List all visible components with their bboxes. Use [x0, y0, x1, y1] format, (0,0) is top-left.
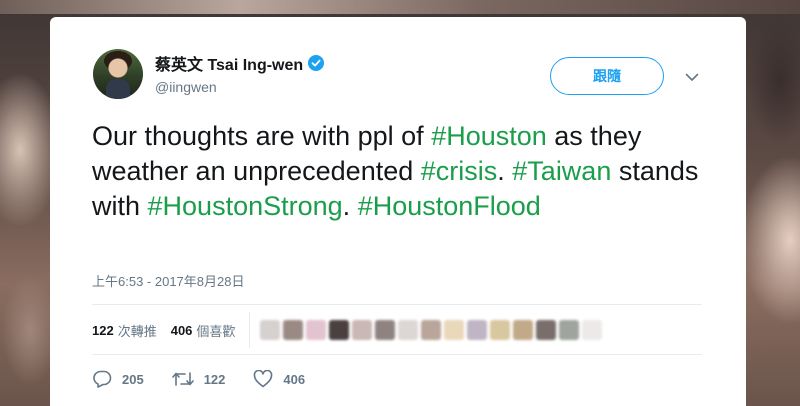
tweet-text-segment: . — [342, 191, 358, 221]
heart-icon — [254, 370, 273, 388]
liker-avatar[interactable] — [582, 320, 603, 340]
author-display-name[interactable]: 蔡英文 Tsai Ing-wen — [155, 51, 303, 75]
verified-badge-icon — [308, 55, 325, 71]
liker-avatar[interactable] — [513, 320, 534, 340]
liker-avatar[interactable] — [352, 320, 373, 340]
liker-avatar[interactable] — [467, 320, 488, 340]
retweet-stat-count: 122 — [92, 322, 114, 338]
follow-button[interactable]: 跟隨 — [550, 57, 664, 95]
background-strip — [0, 0, 800, 14]
hashtag-link[interactable]: #HoustonStrong — [148, 191, 343, 221]
like-button[interactable]: 406 — [253, 370, 305, 388]
chevron-down-icon[interactable] — [684, 69, 700, 85]
reply-count: 205 — [122, 371, 144, 387]
avatar[interactable] — [93, 49, 143, 99]
tweet-card: 蔡英文 Tsai Ing-wen @iingwen 跟隨 Our thought… — [50, 17, 746, 406]
liker-avatar[interactable] — [421, 320, 442, 340]
liker-avatar[interactable] — [375, 320, 396, 340]
retweet-stat[interactable]: 122 次轉推 — [92, 321, 157, 340]
liker-avatar[interactable] — [306, 320, 327, 340]
liker-avatar[interactable] — [559, 320, 580, 340]
liker-avatar[interactable] — [398, 320, 419, 340]
stats-separator — [249, 312, 251, 348]
tweet-timestamp[interactable]: 上午6:53 - 2017年8月28日 — [92, 271, 244, 290]
hashtag-link[interactable]: #crisis — [421, 156, 498, 186]
liker-avatar[interactable] — [444, 320, 465, 340]
retweet-stat-label: 次轉推 — [117, 323, 157, 339]
divider — [92, 304, 702, 305]
like-stat-count: 406 — [170, 322, 193, 338]
liker-avatar[interactable] — [490, 320, 511, 340]
retweet-button[interactable]: 122 — [171, 371, 226, 387]
engagement-stats: 122 次轉推 406 個喜歡 — [92, 312, 603, 348]
author-handle[interactable]: @iingwen — [155, 79, 217, 95]
retweet-icon — [171, 372, 194, 386]
tweet-actions: 205 122 406 — [92, 370, 333, 388]
reply-icon — [93, 370, 112, 388]
hashtag-link[interactable]: #Taiwan — [512, 156, 611, 186]
liker-avatars[interactable] — [260, 320, 603, 340]
like-stat[interactable]: 406 個喜歡 — [171, 321, 236, 340]
tweet-text-segment: . — [497, 156, 513, 186]
like-count: 406 — [283, 371, 306, 387]
reply-button[interactable]: 205 — [92, 370, 144, 388]
liker-avatar[interactable] — [329, 320, 350, 340]
hashtag-link[interactable]: #HoustonFlood — [358, 191, 541, 221]
tweet-text-segment: Our thoughts are with ppl of — [92, 121, 432, 151]
author-name-row[interactable]: 蔡英文 Tsai Ing-wen — [155, 51, 325, 75]
divider — [92, 354, 702, 355]
like-stat-label: 個喜歡 — [196, 323, 236, 339]
avatar-figure — [106, 79, 130, 99]
retweet-count: 122 — [203, 371, 226, 387]
tweet-text: Our thoughts are with ppl of #Houston as… — [92, 119, 712, 224]
liker-avatar[interactable] — [283, 320, 304, 340]
hashtag-link[interactable]: #Houston — [431, 121, 547, 151]
liker-avatar[interactable] — [536, 320, 557, 340]
liker-avatar[interactable] — [260, 320, 281, 340]
